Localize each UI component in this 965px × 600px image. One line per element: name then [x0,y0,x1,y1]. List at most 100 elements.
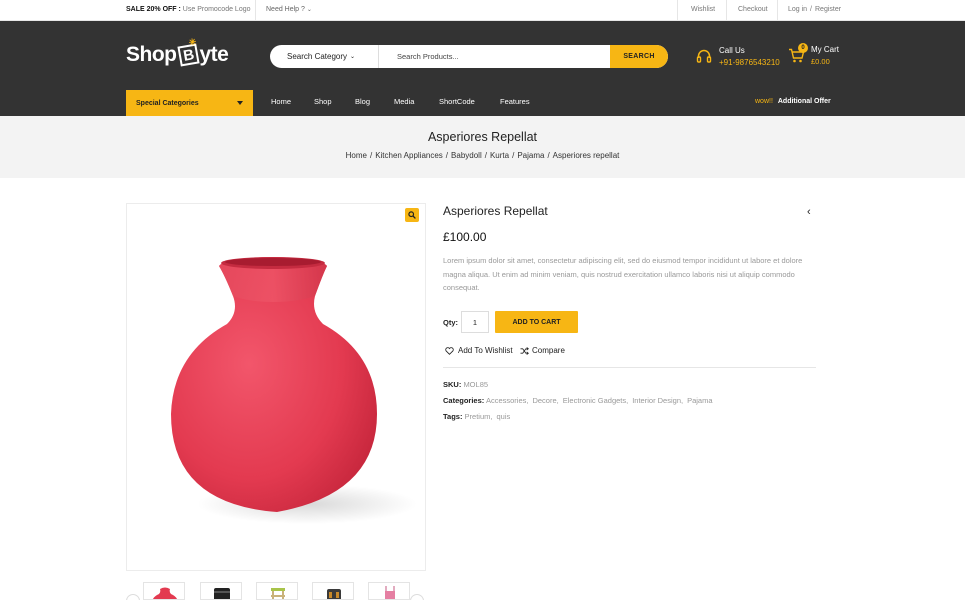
thumbnail-strip [126,579,426,600]
qty-label: Qty: [443,318,458,327]
add-to-cart-button[interactable]: ADD TO CART [495,311,578,333]
checkout-link[interactable]: Checkout [738,6,768,13]
divider [255,0,256,21]
breadcrumb-babydoll[interactable]: Babydoll [451,151,482,160]
cart-total: £0.00 [811,57,830,66]
compare-link[interactable]: Compare [520,346,565,355]
tags-label: Tags: [443,412,463,421]
shuffle-icon [520,346,529,355]
headphones-icon [696,49,712,63]
breadcrumb-kitchen-appliances[interactable]: Kitchen Appliances [375,151,443,160]
category-link[interactable]: Pajama [687,396,712,405]
chevron-down-icon: ⌄ [306,7,312,13]
breadcrumb: Home / Kitchen Appliances / Babydoll / Kurta / P… [0,151,965,160]
special-categories-button[interactable]: Special Categories [126,90,253,116]
thumbnail-bag[interactable] [312,582,354,600]
product-categories: Categories: Accessories, Decore, Electroni… [443,396,713,405]
heart-icon [445,346,454,355]
product-title: Asperiores Repellat [443,204,548,218]
thumbnail-vase[interactable] [143,582,185,600]
breadcrumb-separator: / [484,151,487,160]
wishlist-link[interactable]: Wishlist [691,6,715,13]
chevron-down-icon: ⌄ [350,54,356,60]
product-image-vase [171,257,417,524]
quantity-input[interactable] [461,311,489,333]
thumbnail-top-image [385,586,395,599]
need-help-dropdown[interactable]: Need Help ? ⌄ [266,6,312,13]
product-image-frame[interactable] [126,203,426,571]
spark-icon: ✳ [187,36,197,48]
logo[interactable]: Shop B ✳ yte [126,36,229,70]
magnifier-icon [408,211,416,219]
search-category-label: Search Category [287,52,348,61]
category-link[interactable]: Interior Design [632,396,681,405]
breadcrumb-separator: / [512,151,515,160]
nav-item-shortcode[interactable]: ShortCode [439,97,475,106]
promo-text: SALE 20% OFF : Use Promocode Logo [126,6,251,13]
thumbnail-chair[interactable] [256,582,298,600]
thumbnail-top[interactable] [368,582,410,600]
register-link[interactable]: Register [815,6,841,13]
thumbnail-next-button[interactable] [410,594,424,600]
divider [677,0,678,21]
thumbnail-vase-image [152,587,178,599]
caret-down-icon [237,101,243,105]
thumbnail-chair-image [271,588,285,599]
nav-item-shop[interactable]: Shop [314,97,332,106]
offer-wow: wow!! [755,98,773,105]
need-help-label: Need Help ? [266,6,305,13]
offer-text: Additional Offer [777,98,831,105]
nav-item-blog[interactable]: Blog [355,97,370,106]
login-link[interactable]: Log in [788,6,807,13]
mini-cart[interactable]: 0 My Cart £0.00 [788,43,848,69]
breadcrumb-current: Asperiores repellat [552,151,620,160]
tag-link[interactable]: quis [496,412,510,421]
main-header: Shop B✳ yte Search Category⌄ SEARCH Call… [0,21,965,116]
zoom-button[interactable] [405,208,419,222]
chevron-left-icon[interactable]: ‹ [807,206,811,218]
thumbnail-prev-button[interactable] [126,594,140,600]
category-link[interactable]: Decore [532,396,556,405]
call-us[interactable]: Call Us +91-9876543210 [696,44,786,70]
breadcrumb-pajama[interactable]: Pajama [517,151,544,160]
nav-item-media[interactable]: Media [394,97,414,106]
thumbnail-lens-image [214,588,230,599]
cart-label: My Cart [811,45,839,54]
compare-label: Compare [532,346,565,355]
top-bar: SALE 20% OFF : Use Promocode Logo Need H… [0,0,965,21]
wishlist-label: Add To Wishlist [458,346,513,355]
logo-text-left: Shop [126,43,177,66]
details-divider [443,367,816,368]
breadcrumb-separator: / [369,151,373,160]
promo-bold: SALE 20% OFF : [126,6,181,13]
search-input[interactable] [379,45,610,68]
search-button[interactable]: SEARCH [610,45,668,68]
categories-label: Categories: [443,396,485,405]
tag-link[interactable]: Pretium [465,412,491,421]
product-price: £100.00 [443,230,487,244]
add-to-wishlist-link[interactable]: Add To Wishlist [445,346,513,355]
promo-code: Use Promocode Logo [182,6,251,13]
breadcrumb-separator: / [547,151,550,160]
breadcrumb-kurta[interactable]: Kurta [490,151,509,160]
nav-item-features[interactable]: Features [500,97,530,106]
additional-offer[interactable]: wow!! Additional Offer [755,98,831,105]
category-link[interactable]: Accessories [486,396,526,405]
logo-text-right: yte [199,43,229,66]
divider [726,0,727,21]
call-us-number: +91-9876543210 [719,58,780,67]
product-description: Lorem ipsum dolor sit amet, consectetur … [443,256,803,292]
search-category-select[interactable]: Search Category ⌄ [270,45,379,68]
call-us-label: Call Us [719,46,745,55]
nav-item-home[interactable]: Home [271,97,291,106]
logo-mark-letter: B [181,45,195,65]
thumbnail-lens[interactable] [200,582,242,600]
special-categories-label: Special Categories [136,99,199,107]
sku-label: SKU: [443,380,462,389]
breadcrumb-home[interactable]: Home [346,151,367,160]
page-title: Asperiores Repellat [427,130,538,144]
product-tags: Tags: Pretium, quis [443,412,511,421]
thumbnail-bag-image [327,589,341,599]
category-link[interactable]: Electronic Gadgets [563,396,626,405]
sku-value: MOL85 [463,380,489,389]
